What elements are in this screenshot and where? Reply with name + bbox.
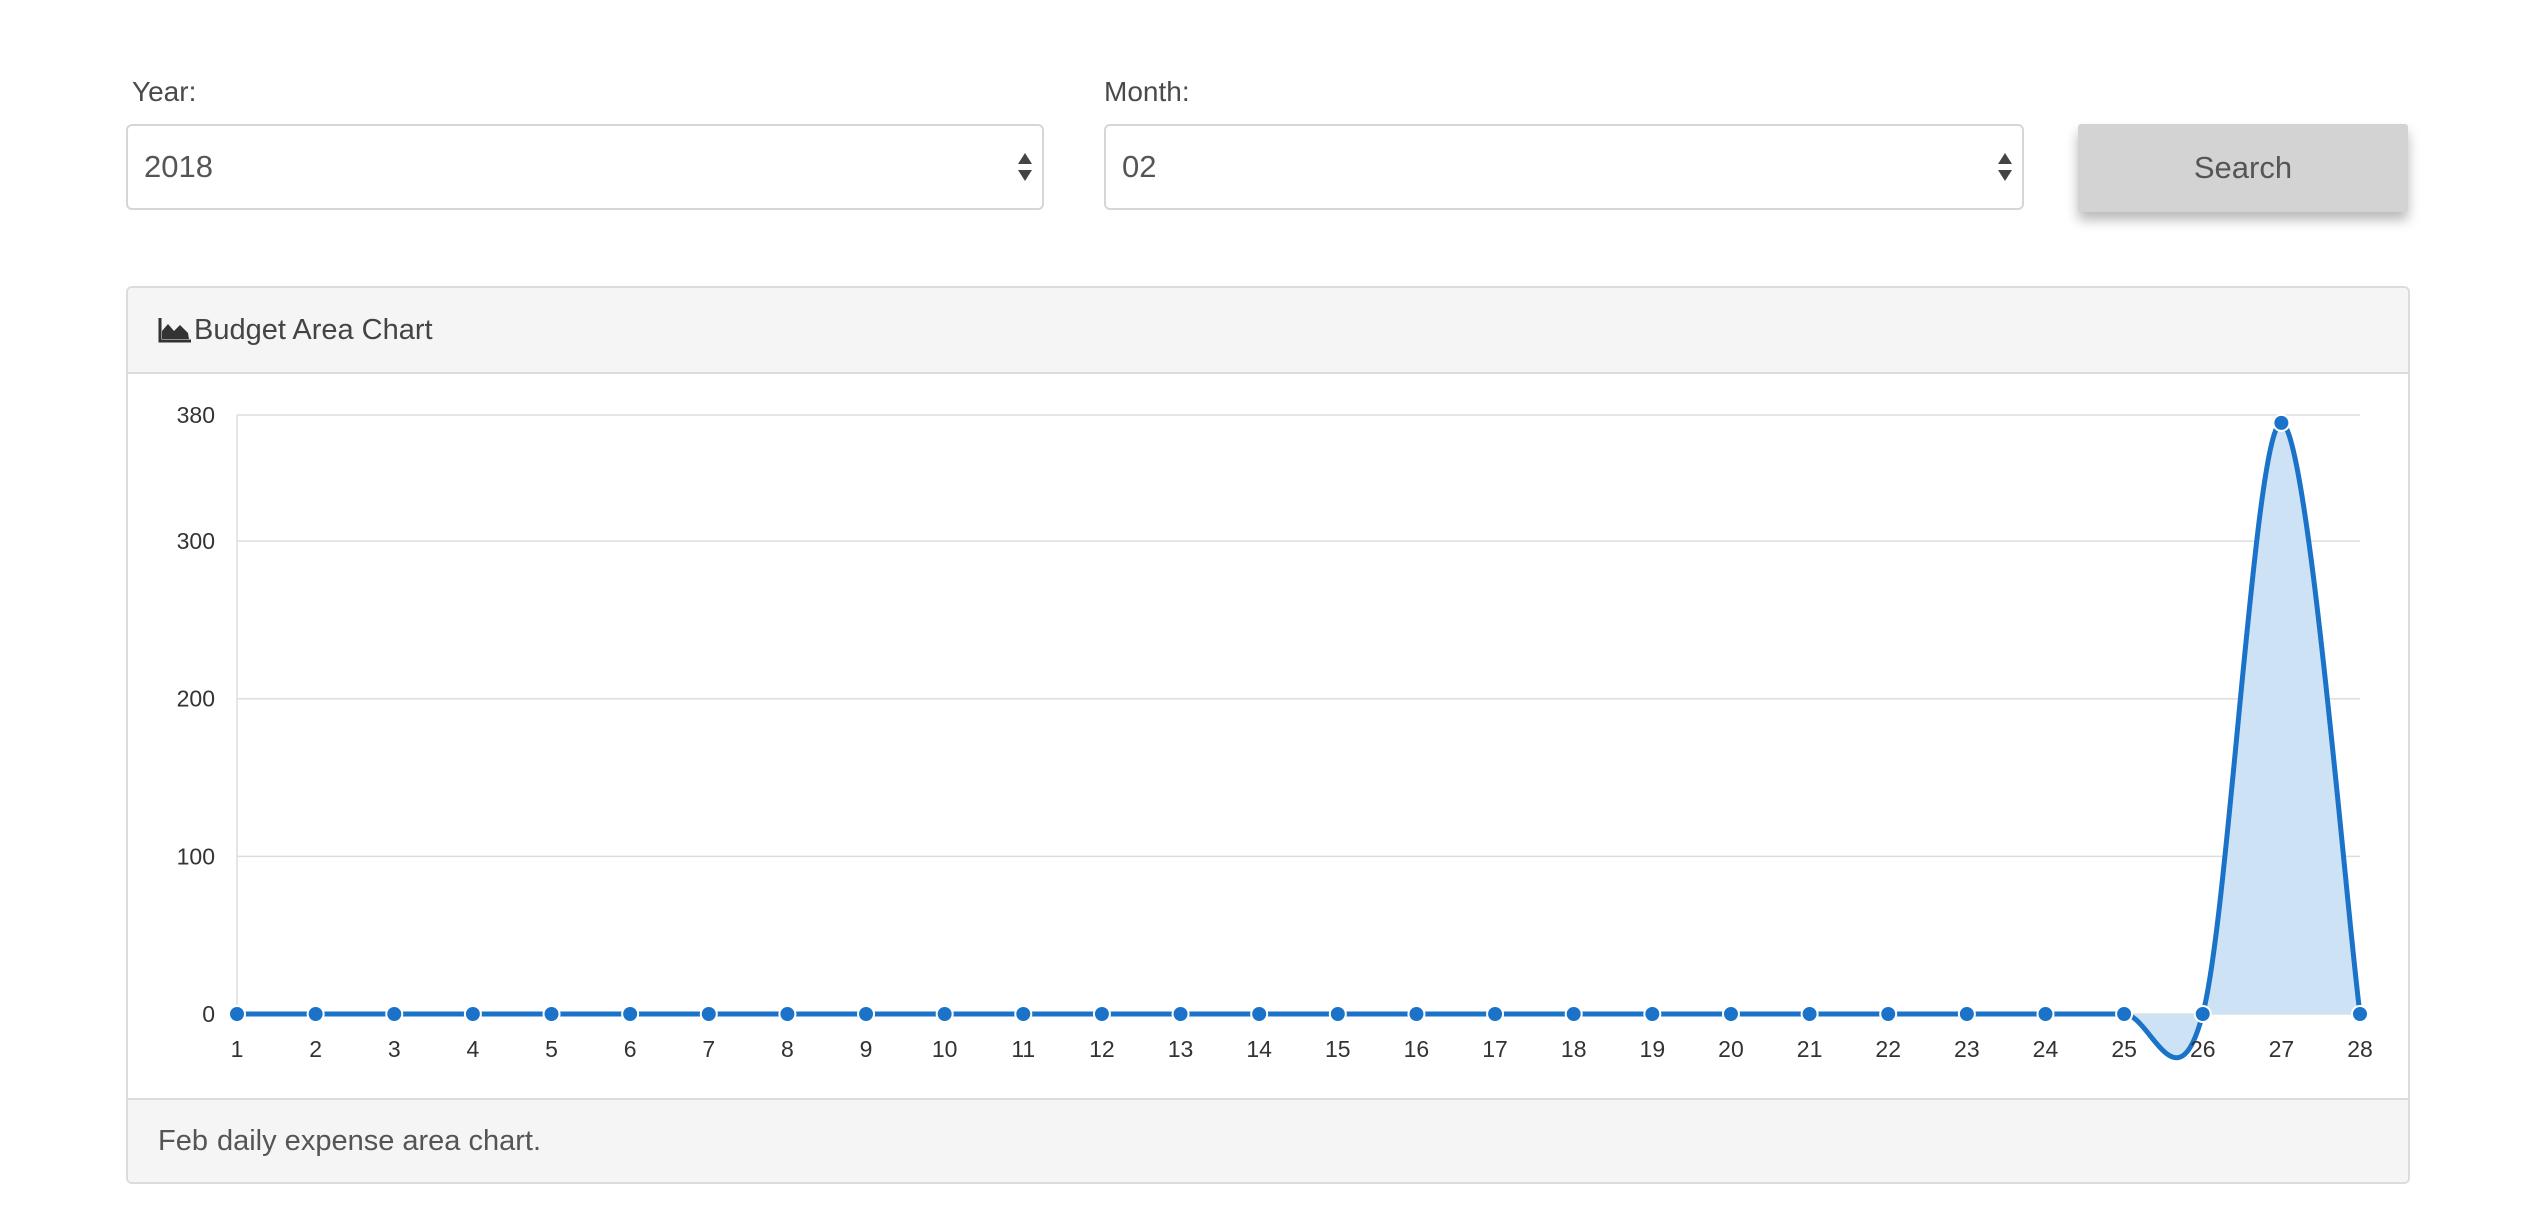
data-point <box>306 1005 325 1023</box>
x-tick-label: 27 <box>2269 1036 2295 1062</box>
y-tick-label: 380 <box>177 402 215 428</box>
x-tick-label: 28 <box>2347 1036 2373 1062</box>
data-point <box>2351 1005 2369 1023</box>
x-tick-label: 7 <box>702 1036 715 1062</box>
x-tick-label: 3 <box>388 1036 401 1062</box>
select-arrows-icon <box>1998 153 2012 181</box>
x-tick-label: 8 <box>781 1036 794 1062</box>
y-tick-label: 100 <box>177 843 215 869</box>
data-point <box>1328 1005 1347 1023</box>
data-point <box>1250 1005 1269 1023</box>
data-point <box>2193 1005 2212 1023</box>
x-tick-label: 4 <box>466 1036 479 1062</box>
data-point <box>1643 1005 1662 1023</box>
x-tick-label: 12 <box>1089 1036 1115 1062</box>
month-select[interactable]: 02 <box>1104 124 2024 210</box>
footer-month: Feb <box>158 1124 208 1157</box>
search-button[interactable]: Search <box>2078 124 2408 212</box>
data-point <box>463 1005 482 1023</box>
x-tick-label: 20 <box>1718 1036 1744 1062</box>
data-point <box>1486 1005 1505 1023</box>
year-select-value: 2018 <box>144 149 213 184</box>
x-tick-label: 11 <box>1011 1036 1035 1062</box>
x-tick-label: 23 <box>1954 1036 1980 1062</box>
x-tick-label: 1 <box>231 1036 244 1062</box>
data-point <box>2115 1005 2134 1023</box>
x-tick-label: 13 <box>1168 1036 1194 1062</box>
x-tick-label: 10 <box>932 1036 958 1062</box>
data-point <box>1014 1005 1033 1023</box>
x-tick-label: 22 <box>1875 1036 1901 1062</box>
series-line <box>236 420 2363 1061</box>
x-tick-label: 25 <box>2111 1036 2137 1062</box>
x-tick-label: 21 <box>1797 1036 1823 1062</box>
x-tick-label: 18 <box>1561 1036 1587 1062</box>
data-point <box>1407 1005 1426 1023</box>
data-point <box>542 1005 561 1023</box>
x-tick-label: 5 <box>545 1036 558 1062</box>
month-select-value: 02 <box>1122 149 1157 184</box>
data-point <box>1721 1005 1740 1023</box>
x-tick-label: 24 <box>2033 1036 2059 1062</box>
footer-text: daily expense area chart. <box>216 1124 542 1157</box>
y-tick-label: 200 <box>177 686 215 712</box>
data-point <box>1800 1005 1819 1023</box>
y-tick-label: 0 <box>202 1001 215 1027</box>
data-point <box>385 1005 404 1023</box>
x-tick-label: 15 <box>1325 1036 1351 1062</box>
data-point <box>228 1005 246 1023</box>
data-point <box>1879 1005 1898 1023</box>
x-tick-label: 9 <box>860 1036 873 1062</box>
year-select[interactable]: 2018 <box>126 124 1044 210</box>
x-tick-label: 26 <box>2190 1036 2216 1062</box>
data-point <box>2272 413 2291 432</box>
year-label: Year: <box>132 76 197 107</box>
data-point <box>699 1005 718 1023</box>
area-chart: 01002003003801 2 3 4 5 6 7 8 9 10 11 12 13 14 15 16 17 18… <box>177 402 2373 1062</box>
panel-footer: Feb daily expense area chart. <box>128 1098 2408 1182</box>
data-point <box>857 1005 876 1023</box>
area-fill <box>237 422 2360 1058</box>
x-tick-label: 16 <box>1404 1036 1430 1062</box>
x-tick-label: 6 <box>624 1036 637 1062</box>
x-tick-label: 14 <box>1246 1036 1272 1062</box>
x-tick-label: 17 <box>1482 1036 1508 1062</box>
data-point <box>2036 1005 2055 1023</box>
data-point <box>621 1005 640 1023</box>
select-arrows-icon <box>1018 153 1032 181</box>
month-label: Month: <box>1104 76 1190 107</box>
x-tick-label: 19 <box>1640 1036 1666 1062</box>
data-point <box>1957 1005 1976 1023</box>
x-tick-label: 2 <box>309 1036 322 1062</box>
budget-chart-panel: Budget Area Chart 0 100 200 300 380 1 2 3 4 5 6 7 8 9… <box>126 286 2410 1184</box>
data-point <box>778 1005 797 1023</box>
data-point <box>1092 1005 1111 1023</box>
data-point <box>1171 1005 1190 1023</box>
y-tick-label: 300 <box>177 528 215 554</box>
data-point <box>935 1005 954 1023</box>
data-point <box>1564 1005 1583 1023</box>
